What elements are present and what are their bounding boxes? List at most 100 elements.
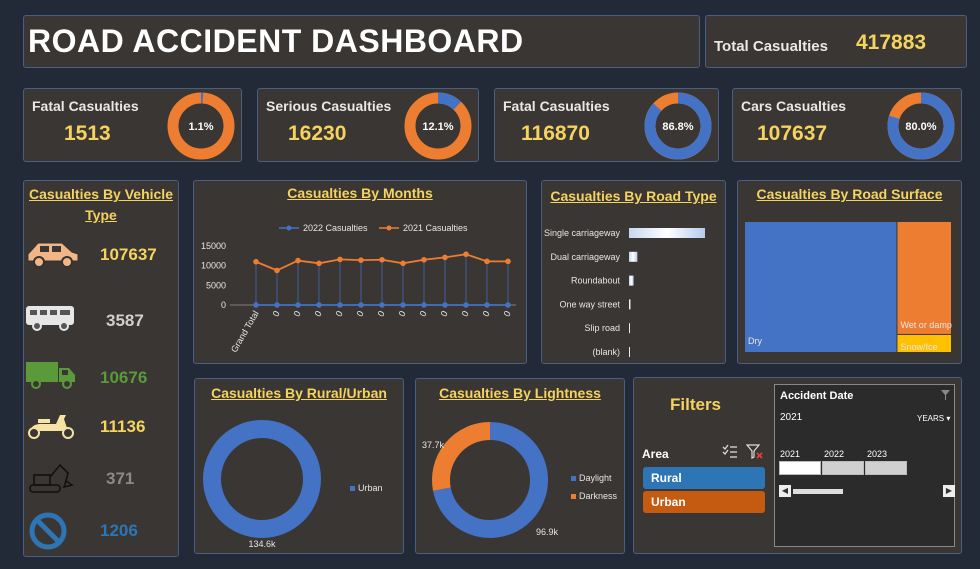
- kpi-donut: 12.1%: [404, 92, 472, 160]
- kpi-value: 116870: [521, 122, 590, 145]
- road-type-panel: Casualties By Road Type Single carriagew…: [541, 180, 726, 364]
- timeline-bar-2023[interactable]: [865, 461, 907, 475]
- x-tick-label: 0: [502, 309, 513, 318]
- kpi-donut-label: 86.8%: [662, 121, 693, 133]
- data-point: [505, 302, 511, 308]
- data-point: [442, 254, 448, 261]
- scooter-icon: [28, 415, 74, 439]
- donut-slice: [203, 420, 321, 538]
- data-point: [337, 256, 343, 263]
- kpi-label: Cars Casualties: [741, 98, 847, 114]
- rural-urban-panel: Casualties By Rural/Urban Urban 134.6k: [194, 378, 404, 554]
- legend-label: Darkness: [579, 491, 618, 501]
- timeline-year-2022: 2022: [824, 449, 845, 459]
- timeline-slicer: Accident Date 2021 YEARS ▾ 2021 2022 202…: [774, 384, 955, 547]
- road-type-label: Dual carriageway: [550, 252, 620, 262]
- slicer-item-rural[interactable]: Rural: [643, 467, 765, 489]
- lightness-panel: Casualties By Lightness Daylight Darkness…: [415, 378, 625, 554]
- x-tick-label: 0: [397, 309, 408, 318]
- kpi-label: Serious Casualties: [266, 98, 392, 114]
- data-point: [421, 302, 427, 308]
- surface-block-wet: [897, 222, 951, 334]
- lightness-donut-chart: Daylight Darkness 37.7k 96.9k: [422, 422, 618, 538]
- kpi-donut: 1.1%: [167, 92, 235, 160]
- road-type-label: (blank): [592, 347, 620, 357]
- timeline-bar-2021[interactable]: [779, 461, 821, 475]
- kpi-value: 107637: [757, 122, 828, 145]
- x-tick-label: 0: [334, 309, 345, 318]
- x-tick-label: 0: [439, 309, 450, 318]
- area-label: Area: [642, 447, 669, 461]
- x-tick-label: 0: [376, 309, 387, 318]
- data-point: [421, 256, 427, 263]
- vehicle-type-panel: Casualties By Vehicle Type 107637 3587 1…: [23, 180, 179, 557]
- filters-panel: Filters Area Rural Urban Accident Date 2…: [633, 377, 962, 554]
- timeline-selected-label: 2021: [780, 412, 803, 423]
- data-point: [253, 302, 259, 308]
- vehicle-type-title-line1: Casualties By Vehicle: [29, 186, 173, 202]
- y-tick-label: 5000: [206, 280, 226, 290]
- road-type-bar: [629, 299, 631, 310]
- legend-marker: [386, 225, 392, 231]
- kpi-donut-label: 1.1%: [188, 121, 213, 133]
- legend-swatch: [571, 494, 576, 499]
- donut-value-label: 134.6k: [248, 539, 276, 549]
- surface-label-wet: Wet or damp: [900, 320, 951, 330]
- timeline-unit-label: YEARS: [917, 414, 945, 423]
- road-type-bar: [629, 228, 705, 238]
- data-point: [400, 302, 406, 308]
- data-point: [253, 258, 259, 265]
- page-title: ROAD ACCIDENT DASHBOARD: [28, 23, 524, 59]
- timeline-title: Accident Date: [780, 390, 854, 402]
- data-point: [358, 257, 364, 263]
- timeline-clear-filter-icon[interactable]: [940, 389, 952, 401]
- data-point: [484, 258, 490, 265]
- kpi-label: Fatal Casualties: [32, 98, 139, 114]
- data-point: [274, 267, 280, 274]
- data-point: [358, 302, 364, 308]
- slicer-item-urban[interactable]: Urban: [643, 491, 765, 513]
- multi-select-icon[interactable]: [722, 444, 738, 460]
- kpi-label: Fatal Casualties: [503, 98, 610, 114]
- kpi-donut: 86.8%: [644, 92, 712, 160]
- x-tick-label: 0: [481, 309, 492, 318]
- timeline-scroll-left[interactable]: ◀: [779, 485, 791, 497]
- bus-icon: [26, 306, 74, 331]
- rural-urban-donut-chart: Urban 134.6k: [203, 420, 383, 549]
- timeline-bar-2022[interactable]: [822, 461, 864, 475]
- timeline-scroll-right[interactable]: ▶: [943, 485, 955, 497]
- donut-value-label-darkness: 37.7k: [422, 440, 445, 450]
- x-tick-label: 0: [355, 309, 366, 318]
- timeline-unit-select[interactable]: YEARS ▾: [917, 414, 950, 423]
- car-icon: [27, 242, 79, 268]
- road-type-label: One way street: [559, 299, 620, 309]
- vehicle-type-title-line2: Type: [85, 207, 117, 223]
- data-point: [295, 302, 301, 308]
- road-type-bar-chart: Single carriageway Dual carriageway Rounda…: [544, 228, 705, 357]
- donut-slice: [432, 422, 491, 491]
- data-point: [274, 302, 280, 308]
- kpi-card-1: Serious Casualties 16230 12.1%: [257, 88, 479, 162]
- timeline-year-2023: 2023: [867, 449, 888, 459]
- data-point: [484, 302, 490, 308]
- kpi-value: 1513: [64, 122, 111, 145]
- slicer-item-rural-label: Rural: [651, 471, 682, 485]
- y-tick-label: 15000: [201, 241, 226, 251]
- data-point: [463, 302, 469, 308]
- x-tick-label: 0: [460, 309, 471, 318]
- truck-icon: [26, 362, 75, 389]
- timeline-scrollbar[interactable]: [793, 489, 843, 494]
- x-tick-label: 0: [313, 309, 324, 318]
- surface-label-snow: Snow/Ice: [900, 342, 937, 352]
- kpi-value: 16230: [288, 122, 347, 145]
- x-tick-label: 0: [418, 309, 429, 318]
- total-casualties-label: Total Casualties: [714, 38, 828, 55]
- data-point: [400, 260, 406, 267]
- kpi-card-3: Cars Casualties 107637 80.0%: [732, 88, 962, 162]
- legend-swatch: [350, 486, 355, 491]
- kpi-card-0: Fatal Casualties 1513 1.1%: [23, 88, 242, 162]
- y-tick-label: 0: [221, 300, 226, 310]
- clear-filter-icon[interactable]: [746, 444, 764, 460]
- road-type-bar: [629, 323, 630, 334]
- road-surface-panel: Casualties By Road Surface Dry Wet or dam…: [737, 180, 962, 364]
